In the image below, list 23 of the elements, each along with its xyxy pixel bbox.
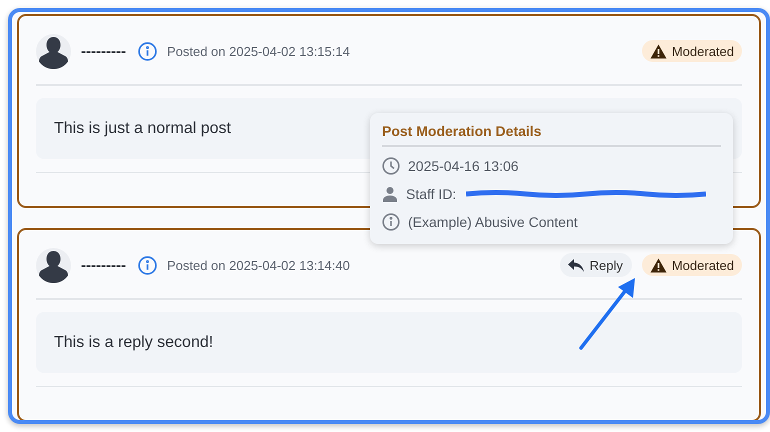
moderated-badge[interactable]: Moderated: [642, 40, 742, 62]
moderated-badge[interactable]: Moderated: [642, 254, 742, 276]
avatar-icon: [36, 34, 71, 68]
warning-icon: [650, 258, 667, 272]
author-name: ---------: [81, 256, 126, 274]
author-name: ---------: [81, 42, 126, 60]
avatar-icon: [36, 248, 71, 282]
info-icon[interactable]: [138, 256, 157, 274]
info-icon: [382, 213, 400, 231]
post-text: This is a reply second!: [54, 334, 214, 352]
clock-icon: [382, 157, 400, 175]
tooltip-label: Staff ID:: [406, 186, 456, 202]
post-date: Posted on 2025-04-02 13:15:14: [166, 44, 350, 58]
reply-icon: [568, 258, 584, 272]
tooltip-text: 2025-04-16 13:06: [408, 158, 519, 174]
reply-button[interactable]: Reply: [560, 253, 632, 277]
tooltip-text: (Example) Abusive Content: [408, 214, 578, 230]
warning-icon: [650, 44, 667, 58]
tooltip-title: Post Moderation Details: [382, 123, 721, 147]
person-icon: [382, 186, 398, 202]
post-text: This is just a normal post: [54, 120, 231, 138]
info-icon[interactable]: [138, 42, 157, 60]
post-date: Posted on 2025-04-02 13:14:40: [166, 258, 350, 272]
